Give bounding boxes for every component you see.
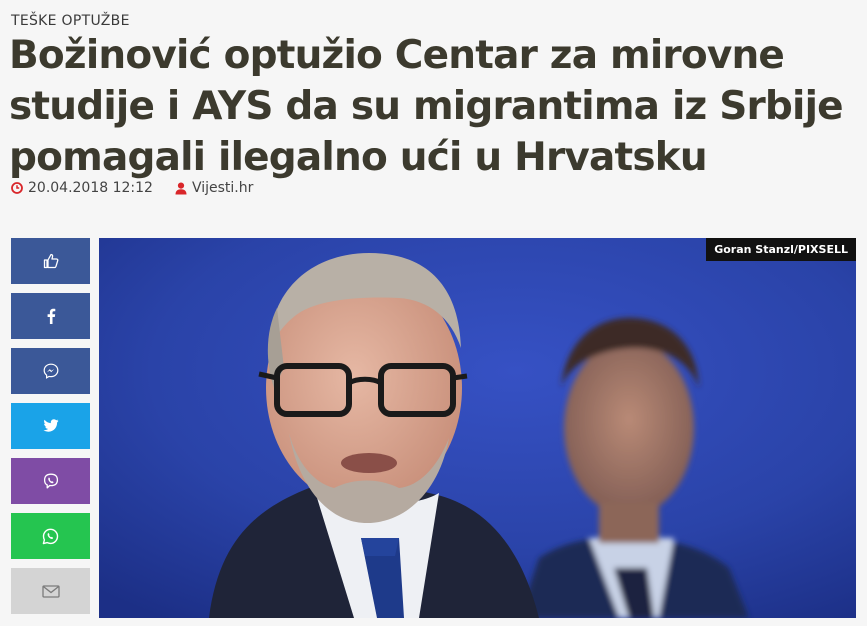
whatsapp-share-button[interactable] [11,513,90,559]
article-meta: 20.04.2018 12:12 Vijesti.hr [11,180,253,196]
article-title: Božinović optužio Centar za mirovne stud… [9,33,844,180]
article-photo[interactable]: Goran Stanzl/PIXSELL [99,238,856,618]
article-category[interactable]: TEŠKE OPTUŽBE [11,13,130,29]
article-photo-image [99,238,856,618]
clock-icon [11,182,23,194]
article-author: Vijesti.hr [175,180,253,196]
facebook-share-button[interactable] [11,293,90,339]
article-source[interactable]: Vijesti.hr [192,180,253,196]
user-icon [175,182,187,194]
viber-share-button[interactable] [11,458,90,504]
facebook-icon [47,308,55,324]
article-page: TEŠKE OPTUŽBE Božinović optužio Centar z… [0,0,867,626]
thumbs-up-icon [43,253,58,269]
share-bar [11,238,90,623]
messenger-share-button[interactable] [11,348,90,394]
messenger-icon [43,363,58,379]
article-datetime: 20.04.2018 12:12 [28,180,153,196]
photo-credit: Goran Stanzl/PIXSELL [706,238,856,261]
viber-icon [43,473,58,489]
article-date: 20.04.2018 12:12 [11,180,153,196]
envelope-icon [41,584,60,598]
like-button[interactable] [11,238,90,284]
whatsapp-icon [42,528,59,544]
email-share-button[interactable] [11,568,90,614]
twitter-share-button[interactable] [11,403,90,449]
twitter-icon [43,419,58,432]
